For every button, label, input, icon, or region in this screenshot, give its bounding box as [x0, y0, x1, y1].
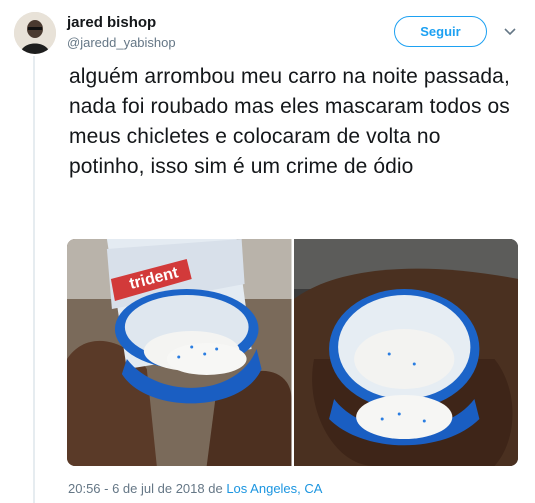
- author-name[interactable]: jared bishop: [67, 13, 176, 33]
- tweet-text: alguém arrombou meu carro na noite passa…: [69, 65, 510, 178]
- follow-button[interactable]: Seguir: [394, 16, 487, 47]
- avatar-image: [14, 12, 56, 54]
- thread-line: [33, 56, 35, 503]
- location-prefix: de: [208, 481, 223, 496]
- tweet-meta: 20:56 - 6 de jul de 2018 de Los Angeles,…: [68, 481, 322, 496]
- location-link[interactable]: Los Angeles, CA: [226, 481, 322, 496]
- author-block[interactable]: jared bishop @jaredd_yabishop: [67, 13, 176, 51]
- avatar[interactable]: [14, 12, 56, 54]
- timestamp[interactable]: 20:56 - 6 de jul de 2018: [68, 481, 205, 496]
- photo-1[interactable]: trident: [67, 239, 292, 466]
- photo-2[interactable]: [293, 239, 518, 466]
- chevron-down-icon[interactable]: [504, 27, 516, 37]
- author-handle[interactable]: @jaredd_yabishop: [67, 34, 176, 51]
- media-grid: trident: [67, 239, 518, 466]
